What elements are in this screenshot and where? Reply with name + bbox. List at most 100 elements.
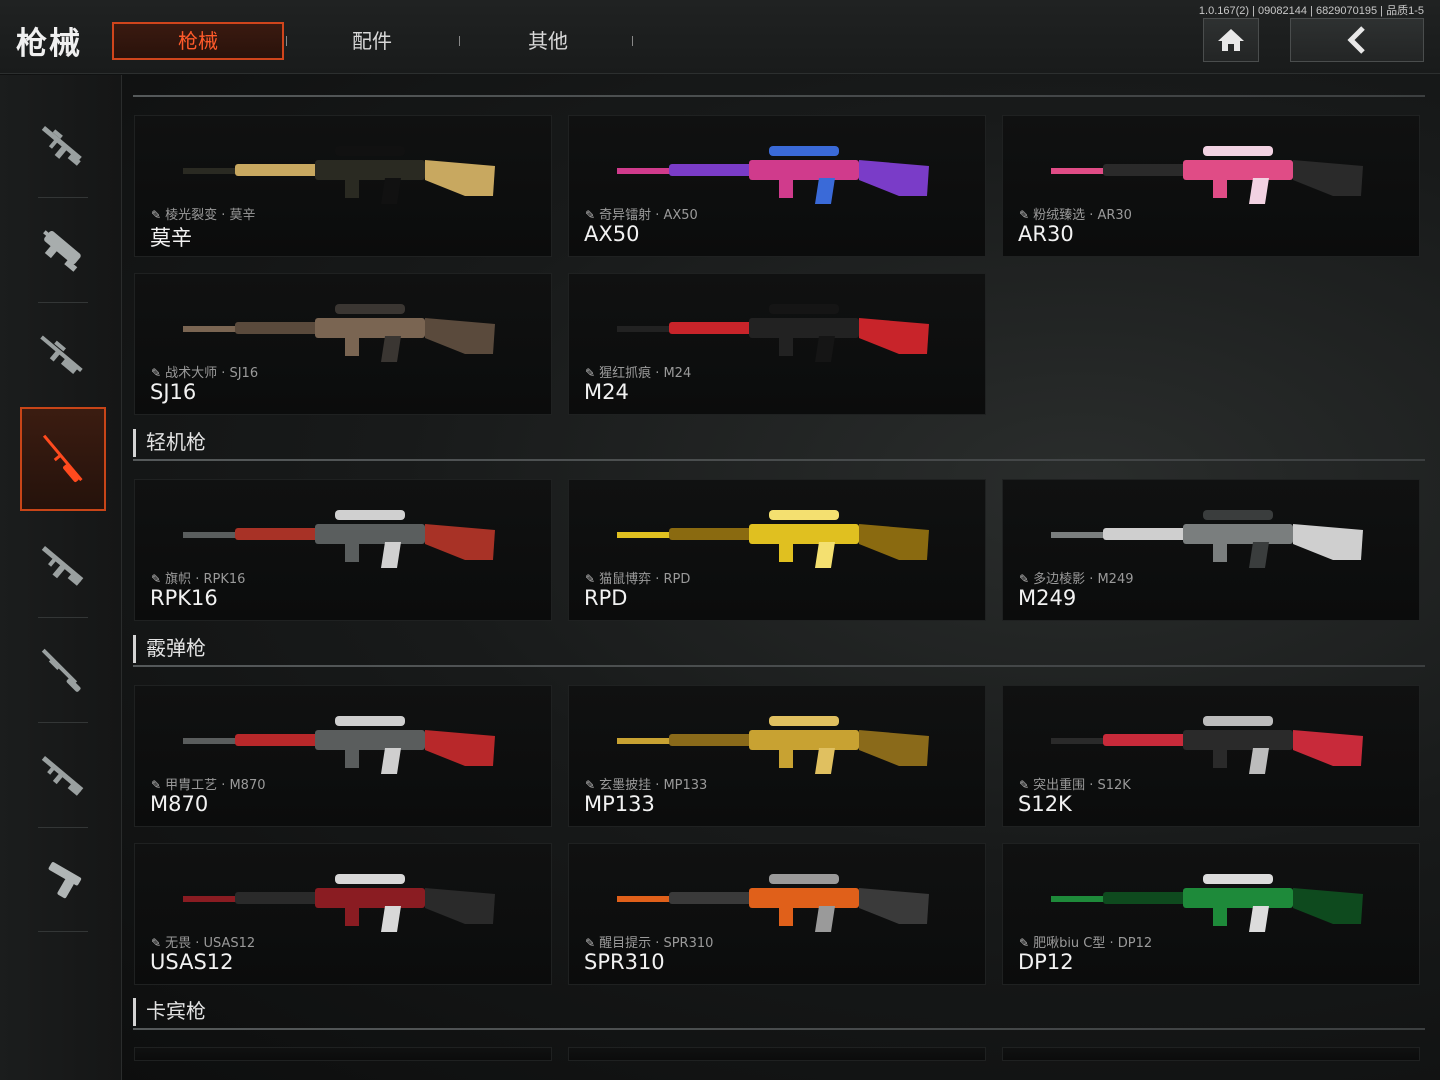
gun-image (183, 874, 495, 932)
weapon-name: RPD (584, 586, 628, 610)
gun-part (1213, 542, 1227, 562)
gun-part (1183, 160, 1293, 180)
section-header-shotgun: 霰弹枪 (133, 635, 533, 663)
gun-part (335, 146, 405, 156)
weapon-card[interactable]: 棱光裂变 · 莫辛 莫辛 (134, 115, 552, 257)
weapon-card[interactable]: 奇异镭射 · AX50 AX50 (568, 115, 986, 257)
gun-part (425, 524, 495, 560)
weapon-card[interactable]: 旗帜 · RPK16 RPK16 (134, 479, 552, 621)
weapon-card[interactable] (134, 1047, 552, 1061)
weapon-card[interactable]: 战术大师 · SJ16 SJ16 (134, 273, 552, 415)
gun-part (345, 542, 359, 562)
gun-part (315, 524, 425, 544)
weapon-card[interactable]: 甲胄工艺 · M870 M870 (134, 685, 552, 827)
weapon-card[interactable] (568, 1047, 986, 1061)
gun-part (1293, 730, 1363, 766)
weapon-card[interactable]: 多边棱影 · M249 M249 (1002, 479, 1420, 621)
sidebar-item-pistol[interactable] (20, 827, 106, 932)
back-button[interactable] (1290, 18, 1424, 62)
gun-image (183, 146, 495, 204)
skin-name: 粉绒臻选 · AR30 (1019, 204, 1132, 223)
gun-part (859, 888, 929, 924)
gun-part (1213, 748, 1227, 768)
gun-image (183, 716, 495, 774)
gun-part (669, 164, 759, 176)
gun-part (235, 892, 325, 904)
sidebar-item-sniper-rifle[interactable] (20, 407, 106, 511)
sidebar-item-carbine[interactable] (20, 723, 106, 828)
skin-name: 旗帜 · RPK16 (151, 568, 245, 587)
gun-part (381, 906, 401, 932)
tab-other[interactable]: 其他 (462, 22, 634, 60)
gun-image (617, 716, 929, 774)
weapon-name: SJ16 (150, 380, 197, 404)
gun-part (425, 888, 495, 924)
sidebar-item-marksman-rifle[interactable] (20, 303, 106, 408)
gun-part (859, 160, 929, 196)
gun-part (815, 336, 835, 362)
gun-part (381, 336, 401, 362)
sidebar-item-smg[interactable] (20, 198, 106, 303)
gun-part (769, 304, 839, 314)
section-header-carbine: 卡宾枪 (133, 998, 533, 1026)
gun-part (769, 146, 839, 156)
weapon-card[interactable]: 玄墨披挂 · MP133 MP133 (568, 685, 986, 827)
skin-name: 无畏 · USAS12 (151, 932, 255, 951)
gun-part (315, 730, 425, 750)
weapon-name: RPK16 (150, 586, 218, 610)
gun-part (1249, 542, 1269, 568)
sidebar-item-assault-rifle-2[interactable] (20, 513, 106, 618)
gun-part (749, 888, 859, 908)
gun-part (1183, 524, 1293, 544)
weapon-name: AX50 (584, 222, 640, 246)
gun-part (335, 874, 405, 884)
gun-image (617, 874, 929, 932)
weapon-name: 莫辛 (150, 226, 192, 250)
gun-part (779, 748, 793, 768)
gun-part (1183, 888, 1293, 908)
skin-name: 猫鼠博弈 · RPD (585, 568, 690, 587)
tab-attachments[interactable]: 配件 (286, 22, 458, 60)
gun-image (1051, 716, 1363, 774)
gun-part (425, 160, 495, 196)
gun-image (1051, 874, 1363, 932)
gun-part (859, 318, 929, 354)
tab-guns[interactable]: 枪械 (112, 22, 284, 60)
divider (133, 1028, 1425, 1030)
gun-part (815, 178, 835, 204)
gun-part (335, 716, 405, 726)
gun-image (1051, 510, 1363, 568)
skin-name: 战术大师 · SJ16 (151, 362, 258, 381)
page-title: 枪械 (16, 26, 82, 62)
home-icon (1218, 29, 1244, 51)
weapon-card[interactable]: 猩红抓痕 · M24 M24 (568, 273, 986, 415)
gun-part (779, 178, 793, 198)
tab-separator (459, 36, 460, 46)
gun-part (779, 542, 793, 562)
shotgun-icon (41, 648, 81, 692)
skin-name: 肥啾biu C型 · DP12 (1019, 932, 1152, 951)
weapon-card[interactable]: 粉绒臻选 · AR30 AR30 (1002, 115, 1420, 257)
weapon-card[interactable]: 突出重围 · S12K S12K (1002, 685, 1420, 827)
gun-part (859, 730, 929, 766)
sidebar-item-assault-rifle[interactable] (20, 93, 106, 198)
weapon-card[interactable]: 猫鼠博弈 · RPD RPD (568, 479, 986, 621)
gun-part (235, 322, 325, 334)
sniper-rifle-icon (42, 434, 83, 482)
gun-part (669, 528, 759, 540)
gun-part (381, 178, 401, 204)
weapon-name: S12K (1018, 792, 1072, 816)
weapon-card[interactable] (1002, 1047, 1420, 1061)
gun-part (345, 336, 359, 356)
weapon-card[interactable]: 肥啾biu C型 · DP12 DP12 (1002, 843, 1420, 985)
weapon-card[interactable]: 醒目提示 · SPR310 SPR310 (568, 843, 986, 985)
gun-part (1249, 748, 1269, 774)
sidebar-item-shotgun[interactable] (20, 618, 106, 723)
gun-image (617, 510, 929, 568)
gun-part (1203, 510, 1273, 520)
weapon-card[interactable]: 无畏 · USAS12 USAS12 (134, 843, 552, 985)
gun-part (1103, 164, 1193, 176)
marksman-rifle-icon (40, 335, 83, 374)
skin-name: 醒目提示 · SPR310 (585, 932, 713, 951)
home-button[interactable] (1203, 18, 1259, 62)
